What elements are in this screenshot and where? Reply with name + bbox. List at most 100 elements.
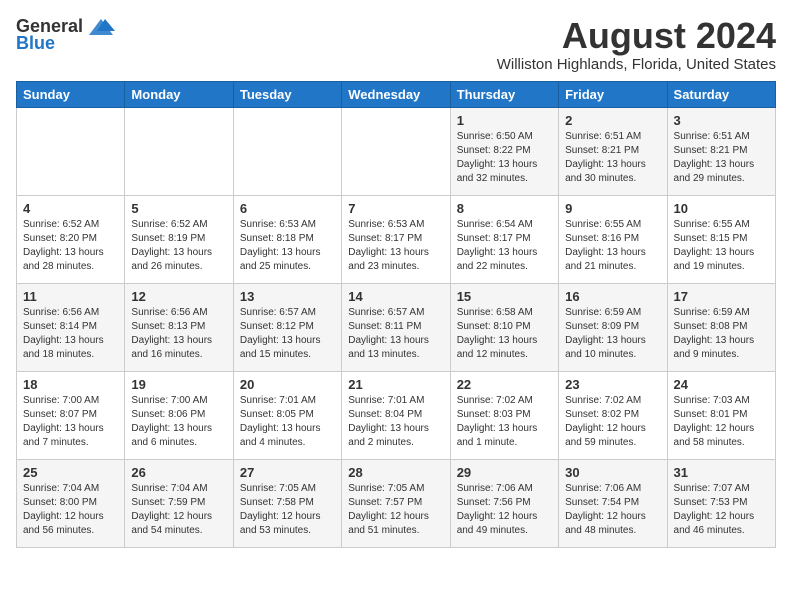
table-row: 5 Sunrise: 6:52 AM Sunset: 8:19 PM Daylig… <box>125 195 233 283</box>
day-info: Sunrise: 7:05 AM Sunset: 7:57 PM Dayligh… <box>348 482 443 538</box>
table-row: 7 Sunrise: 6:53 AM Sunset: 8:17 PM Daylig… <box>342 195 450 283</box>
table-row <box>17 107 125 195</box>
page-header: General Blue August 2024 Williston Highl… <box>16 16 776 73</box>
table-row: 22Sunrise: 7:02 AM Sunset: 8:03 PM Dayli… <box>450 371 558 459</box>
table-row: 9 Sunrise: 6:55 AM Sunset: 8:16 PM Daylig… <box>559 195 667 283</box>
table-row: 6Sunrise: 6:53 AM Sunset: 8:18 PM Daylig… <box>233 195 341 283</box>
logo-icon <box>87 17 115 37</box>
day-info: Sunrise: 7:00 AM Sunset: 8:07 PM Dayligh… <box>23 394 118 450</box>
day-number: 30 <box>565 465 660 480</box>
day-number: 11 <box>23 289 118 304</box>
day-info: Sunrise: 6:52 AM Sunset: 8:20 PM Dayligh… <box>23 218 118 274</box>
month-year-title: August 2024 <box>497 16 776 56</box>
day-info: Sunrise: 7:04 AM Sunset: 7:59 PM Dayligh… <box>131 482 226 538</box>
day-number: 25 <box>23 465 118 480</box>
day-number: 18 <box>23 377 118 392</box>
day-info: Sunrise: 6:59 AM Sunset: 8:08 PM Dayligh… <box>674 306 769 362</box>
day-number: 26 <box>131 465 226 480</box>
day-info: Sunrise: 6:57 AM Sunset: 8:12 PM Dayligh… <box>240 306 335 362</box>
table-row: 15Sunrise: 6:58 AM Sunset: 8:10 PM Dayli… <box>450 283 558 371</box>
table-row: 4 Sunrise: 6:52 AM Sunset: 8:20 PM Daylig… <box>17 195 125 283</box>
day-number: 19 <box>131 377 226 392</box>
day-info: Sunrise: 7:04 AM Sunset: 8:00 PM Dayligh… <box>23 482 118 538</box>
day-number: 9 <box>565 201 660 216</box>
day-info: Sunrise: 6:50 AM Sunset: 8:22 PM Dayligh… <box>457 130 552 186</box>
day-info: Sunrise: 7:07 AM Sunset: 7:53 PM Dayligh… <box>674 482 769 538</box>
day-info: Sunrise: 7:02 AM Sunset: 8:02 PM Dayligh… <box>565 394 660 450</box>
day-number: 22 <box>457 377 552 392</box>
table-row: 24Sunrise: 7:03 AM Sunset: 8:01 PM Dayli… <box>667 371 775 459</box>
col-monday: Monday <box>125 81 233 107</box>
day-info: Sunrise: 6:51 AM Sunset: 8:21 PM Dayligh… <box>674 130 769 186</box>
calendar-week-row: 1 Sunrise: 6:50 AM Sunset: 8:22 PM Daylig… <box>17 107 776 195</box>
day-info: Sunrise: 6:57 AM Sunset: 8:11 PM Dayligh… <box>348 306 443 362</box>
col-tuesday: Tuesday <box>233 81 341 107</box>
day-number: 5 <box>131 201 226 216</box>
day-number: 10 <box>674 201 769 216</box>
table-row: 21 Sunrise: 7:01 AM Sunset: 8:04 PM Dayli… <box>342 371 450 459</box>
day-number: 2 <box>565 113 660 128</box>
day-number: 15 <box>457 289 552 304</box>
table-row: 2 Sunrise: 6:51 AM Sunset: 8:21 PM Daylig… <box>559 107 667 195</box>
day-number: 4 <box>23 201 118 216</box>
day-number: 21 <box>348 377 443 392</box>
table-row: 20Sunrise: 7:01 AM Sunset: 8:05 PM Dayli… <box>233 371 341 459</box>
table-row: 1 Sunrise: 6:50 AM Sunset: 8:22 PM Daylig… <box>450 107 558 195</box>
table-row: 12 Sunrise: 6:56 AM Sunset: 8:13 PM Dayli… <box>125 283 233 371</box>
day-number: 13 <box>240 289 335 304</box>
table-row: 28 Sunrise: 7:05 AM Sunset: 7:57 PM Dayli… <box>342 459 450 547</box>
calendar-week-row: 18 Sunrise: 7:00 AM Sunset: 8:07 PM Dayli… <box>17 371 776 459</box>
table-row: 11 Sunrise: 6:56 AM Sunset: 8:14 PM Dayli… <box>17 283 125 371</box>
col-thursday: Thursday <box>450 81 558 107</box>
day-number: 7 <box>348 201 443 216</box>
day-number: 16 <box>565 289 660 304</box>
day-number: 6 <box>240 201 335 216</box>
day-info: Sunrise: 6:56 AM Sunset: 8:13 PM Dayligh… <box>131 306 226 362</box>
table-row: 25 Sunrise: 7:04 AM Sunset: 8:00 PM Dayli… <box>17 459 125 547</box>
day-number: 8 <box>457 201 552 216</box>
table-row: 29Sunrise: 7:06 AM Sunset: 7:56 PM Dayli… <box>450 459 558 547</box>
day-number: 27 <box>240 465 335 480</box>
table-row: 31 Sunrise: 7:07 AM Sunset: 7:53 PM Dayli… <box>667 459 775 547</box>
calendar-week-row: 4 Sunrise: 6:52 AM Sunset: 8:20 PM Daylig… <box>17 195 776 283</box>
col-friday: Friday <box>559 81 667 107</box>
table-row: 18 Sunrise: 7:00 AM Sunset: 8:07 PM Dayli… <box>17 371 125 459</box>
table-row <box>233 107 341 195</box>
table-row: 26 Sunrise: 7:04 AM Sunset: 7:59 PM Dayli… <box>125 459 233 547</box>
day-info: Sunrise: 7:01 AM Sunset: 8:05 PM Dayligh… <box>240 394 335 450</box>
day-info: Sunrise: 6:53 AM Sunset: 8:17 PM Dayligh… <box>348 218 443 274</box>
table-row <box>342 107 450 195</box>
day-info: Sunrise: 6:54 AM Sunset: 8:17 PM Dayligh… <box>457 218 552 274</box>
logo-blue: Blue <box>16 33 55 54</box>
table-row: 30Sunrise: 7:06 AM Sunset: 7:54 PM Dayli… <box>559 459 667 547</box>
day-info: Sunrise: 6:51 AM Sunset: 8:21 PM Dayligh… <box>565 130 660 186</box>
col-saturday: Saturday <box>667 81 775 107</box>
table-row: 3 Sunrise: 6:51 AM Sunset: 8:21 PM Daylig… <box>667 107 775 195</box>
day-info: Sunrise: 6:55 AM Sunset: 8:16 PM Dayligh… <box>565 218 660 274</box>
day-info: Sunrise: 6:59 AM Sunset: 8:09 PM Dayligh… <box>565 306 660 362</box>
day-info: Sunrise: 6:56 AM Sunset: 8:14 PM Dayligh… <box>23 306 118 362</box>
day-number: 31 <box>674 465 769 480</box>
table-row: 16 Sunrise: 6:59 AM Sunset: 8:09 PM Dayli… <box>559 283 667 371</box>
day-number: 12 <box>131 289 226 304</box>
day-number: 29 <box>457 465 552 480</box>
day-info: Sunrise: 6:52 AM Sunset: 8:19 PM Dayligh… <box>131 218 226 274</box>
table-row: 8 Sunrise: 6:54 AM Sunset: 8:17 PM Daylig… <box>450 195 558 283</box>
day-number: 14 <box>348 289 443 304</box>
day-number: 23 <box>565 377 660 392</box>
table-row: 17 Sunrise: 6:59 AM Sunset: 8:08 PM Dayli… <box>667 283 775 371</box>
table-row: 14 Sunrise: 6:57 AM Sunset: 8:11 PM Dayli… <box>342 283 450 371</box>
location-subtitle: Williston Highlands, Florida, United Sta… <box>497 56 776 73</box>
day-info: Sunrise: 7:01 AM Sunset: 8:04 PM Dayligh… <box>348 394 443 450</box>
table-row: 10Sunrise: 6:55 AM Sunset: 8:15 PM Dayli… <box>667 195 775 283</box>
table-row: 27Sunrise: 7:05 AM Sunset: 7:58 PM Dayli… <box>233 459 341 547</box>
calendar-week-row: 25 Sunrise: 7:04 AM Sunset: 8:00 PM Dayli… <box>17 459 776 547</box>
day-number: 28 <box>348 465 443 480</box>
day-number: 17 <box>674 289 769 304</box>
day-info: Sunrise: 7:03 AM Sunset: 8:01 PM Dayligh… <box>674 394 769 450</box>
table-row: 23 Sunrise: 7:02 AM Sunset: 8:02 PM Dayli… <box>559 371 667 459</box>
table-row <box>125 107 233 195</box>
day-number: 1 <box>457 113 552 128</box>
calendar-header-row: Sunday Monday Tuesday Wednesday Thursday… <box>17 81 776 107</box>
day-number: 3 <box>674 113 769 128</box>
